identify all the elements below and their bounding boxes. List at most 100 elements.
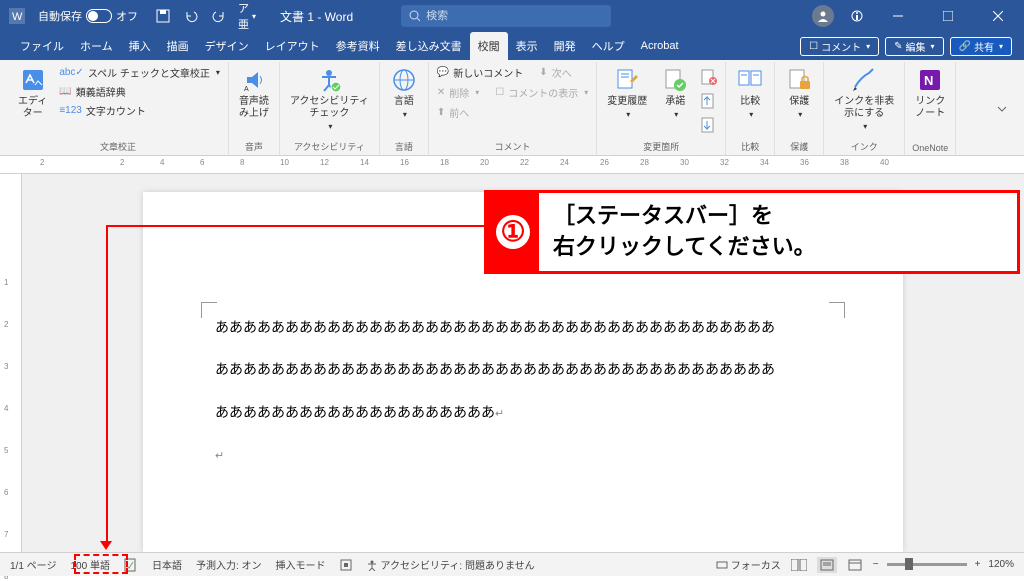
- lock-icon: [785, 66, 813, 94]
- globe-icon: [390, 66, 418, 94]
- margin-corner-tl: [201, 302, 217, 318]
- autosave-toggle[interactable]: 自動保存 オフ: [38, 8, 138, 24]
- linked-notes-button[interactable]: N リンク ノート: [911, 64, 949, 122]
- page-indicator[interactable]: 1/1 ページ: [10, 557, 56, 572]
- share-button[interactable]: 🔗 共有 ▾: [950, 37, 1012, 56]
- svg-text:N: N: [924, 73, 933, 88]
- predictive-input-indicator[interactable]: 予測入力: オン: [196, 557, 262, 572]
- ribbon-group-onenote: N リンク ノート OneNote: [905, 62, 956, 155]
- ribbon: エディ ター abc✓ スペル チェックと文章校正 ▾ 📖 類義語辞典 ≡123…: [0, 60, 1024, 156]
- title-bar: W 自動保存 オフ ア亜▾ 文書 1 - Word: [0, 0, 1024, 32]
- zoom-out-button[interactable]: −: [873, 559, 879, 570]
- read-aloud-button[interactable]: A 音声読 み上げ: [235, 64, 273, 122]
- tab-校閲[interactable]: 校閲: [470, 32, 508, 60]
- accessibility-indicator[interactable]: アクセシビリティ: 問題ありません: [366, 557, 535, 572]
- callout-number: ①: [487, 193, 539, 271]
- tab-Acrobat[interactable]: Acrobat: [633, 32, 687, 60]
- tab-ファイル[interactable]: ファイル: [12, 32, 72, 60]
- paragraph-mark-icon: ↵: [495, 408, 504, 420]
- comments-button[interactable]: ☐ コメント ▾: [800, 37, 879, 56]
- compare-icon: [736, 66, 764, 94]
- tab-開発[interactable]: 開発: [546, 32, 584, 60]
- previous-change-button[interactable]: [699, 92, 719, 110]
- ribbon-group-tracking: 変更履歴▾ 承諾▾ 変更箇所: [597, 62, 726, 155]
- annotation-arrow: [106, 225, 484, 227]
- read-mode-button[interactable]: [789, 557, 809, 573]
- tab-デザイン[interactable]: デザイン: [197, 32, 257, 60]
- maximize-button[interactable]: [930, 0, 966, 32]
- editing-mode-button[interactable]: ✎ 編集 ▾: [885, 37, 943, 56]
- zoom-level[interactable]: 120%: [988, 559, 1014, 570]
- help-button[interactable]: [848, 7, 866, 25]
- paragraph[interactable]: ↵: [215, 443, 831, 466]
- web-layout-button[interactable]: [845, 557, 865, 573]
- svg-text:W: W: [12, 11, 23, 23]
- margin-corner-tr: [829, 302, 845, 318]
- tab-挿入[interactable]: 挿入: [121, 32, 159, 60]
- next-comment-button[interactable]: ⬇ 次へ: [537, 64, 573, 81]
- callout-text: ［ステータスバー］を右クリックしてください。: [539, 193, 830, 271]
- show-comments-button[interactable]: ☐ コメントの表示 ▾: [493, 84, 590, 101]
- accept-icon: [661, 66, 689, 94]
- hide-ink-button[interactable]: インクを非表 示にする▾: [830, 64, 898, 134]
- horizontal-ruler[interactable]: 2246810121416182022242628303234363840: [0, 156, 1024, 174]
- word-count-button[interactable]: ≡123 文字カウント: [57, 102, 222, 119]
- language-indicator[interactable]: 日本語: [152, 557, 182, 572]
- ribbon-group-protect: 保護▾ 保護: [775, 62, 824, 155]
- tab-差し込み文書[interactable]: 差し込み文書: [388, 32, 470, 60]
- onenote-icon: N: [916, 66, 944, 94]
- delete-comment-button[interactable]: ✕ 削除 ▾: [435, 84, 481, 101]
- document-title: 文書 1 - Word: [280, 8, 353, 25]
- accept-button[interactable]: 承諾▾: [657, 64, 693, 122]
- ribbon-tabs: ファイルホーム挿入描画デザインレイアウト参考資料差し込み文書校閲表示開発ヘルプA…: [0, 32, 1024, 60]
- paragraph[interactable]: ああああああああああああああああああああ↵: [215, 401, 831, 424]
- zoom-in-button[interactable]: +: [975, 559, 981, 570]
- save-button[interactable]: [154, 7, 172, 25]
- paragraph[interactable]: ああああああああああああああああああああああああああああああああああああああああ: [215, 316, 831, 338]
- insert-mode-indicator[interactable]: 挿入モード: [276, 557, 326, 572]
- tab-ホーム[interactable]: ホーム: [72, 32, 121, 60]
- track-changes-button[interactable]: 変更履歴▾: [603, 64, 651, 122]
- annotation-arrow: [106, 225, 108, 543]
- ribbon-group-proofing: エディ ター abc✓ スペル チェックと文章校正 ▾ 📖 類義語辞典 ≡123…: [8, 62, 229, 155]
- qat-font-button[interactable]: ア亜▾: [238, 7, 256, 25]
- focus-mode-button[interactable]: フォーカス: [716, 557, 781, 572]
- ribbon-group-ink: インクを非表 示にする▾ インク: [824, 62, 905, 155]
- tab-レイアウト[interactable]: レイアウト: [257, 32, 328, 60]
- compare-button[interactable]: 比較▾: [732, 64, 768, 122]
- tab-表示[interactable]: 表示: [508, 32, 546, 60]
- annotation-callout: ① ［ステータスバー］を右クリックしてください。: [484, 190, 1020, 274]
- reject-button[interactable]: [699, 68, 719, 86]
- redo-button[interactable]: [210, 7, 228, 25]
- macro-indicator[interactable]: [340, 559, 352, 571]
- zoom-slider[interactable]: [887, 563, 967, 566]
- vertical-ruler[interactable]: 12345678: [0, 174, 22, 552]
- tab-描画[interactable]: 描画: [159, 32, 197, 60]
- speaker-icon: A: [240, 66, 268, 94]
- tab-ヘルプ[interactable]: ヘルプ: [584, 32, 633, 60]
- minimize-button[interactable]: [880, 0, 916, 32]
- print-layout-button[interactable]: [817, 557, 837, 573]
- protect-button[interactable]: 保護▾: [781, 64, 817, 122]
- thesaurus-button[interactable]: 📖 類義語辞典: [57, 83, 222, 100]
- spellcheck-button[interactable]: abc✓ スペル チェックと文章校正 ▾: [57, 64, 222, 81]
- quick-access-toolbar: ア亜▾: [154, 7, 256, 25]
- search-box[interactable]: [401, 5, 611, 27]
- word-icon: W: [8, 7, 26, 25]
- language-button[interactable]: 言語▾: [386, 64, 422, 122]
- collapse-ribbon-button[interactable]: [988, 99, 1016, 119]
- next-change-button[interactable]: [699, 116, 719, 134]
- paragraph[interactable]: ああああああああああああああああああああああああああああああああああああああああ: [215, 358, 831, 380]
- close-button[interactable]: [980, 0, 1016, 32]
- accessibility-check-button[interactable]: アクセシビリティ チェック▾: [286, 64, 373, 134]
- accessibility-icon: [315, 66, 343, 94]
- status-bar[interactable]: 1/1 ページ 100 単語 日本語 予測入力: オン 挿入モード アクセシビリ…: [0, 552, 1024, 576]
- undo-button[interactable]: [182, 7, 200, 25]
- prev-comment-button[interactable]: ⬆ 前へ: [435, 104, 590, 121]
- search-icon: [409, 10, 420, 22]
- editor-button[interactable]: エディ ター: [14, 64, 51, 122]
- tab-参考資料[interactable]: 参考資料: [328, 32, 388, 60]
- search-input[interactable]: [426, 10, 603, 22]
- account-avatar[interactable]: [812, 5, 834, 27]
- new-comment-button[interactable]: 💬 新しいコメント: [435, 64, 525, 81]
